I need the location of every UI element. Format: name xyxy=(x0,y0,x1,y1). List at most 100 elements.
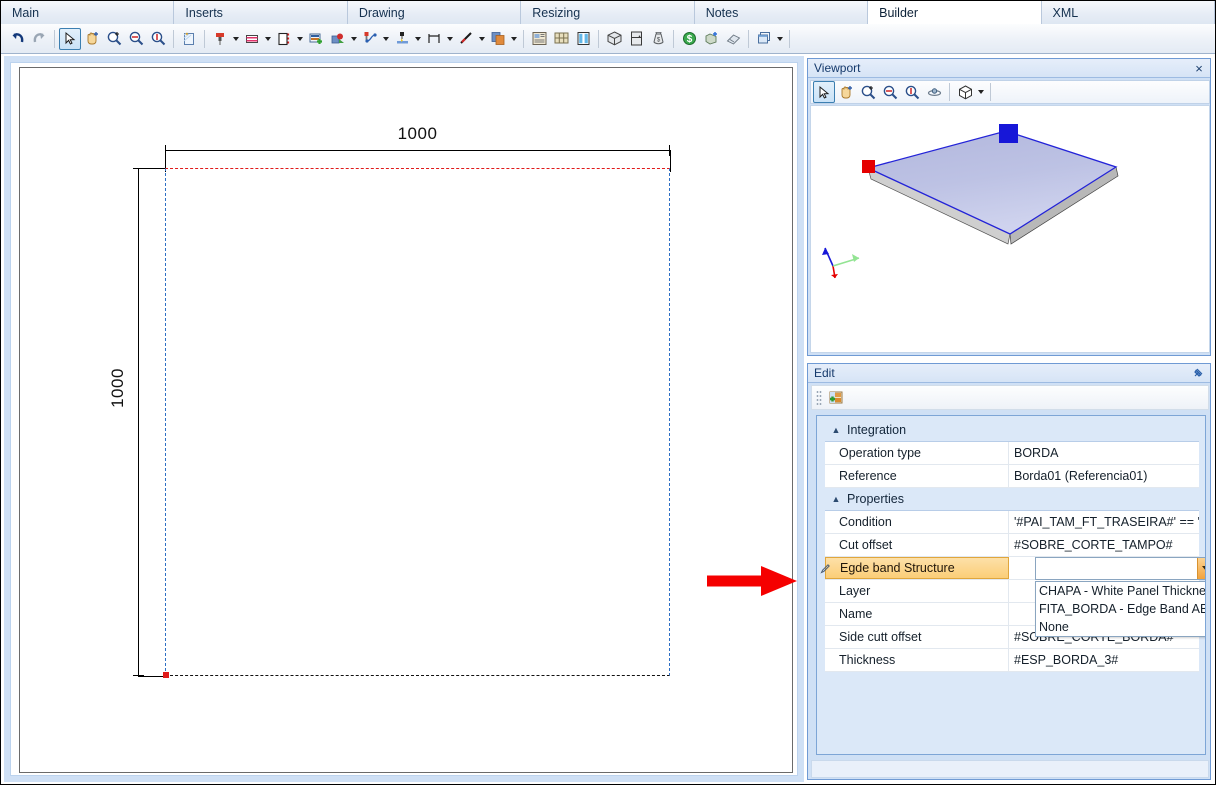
chevron-down-icon[interactable] xyxy=(445,28,455,50)
property-row-cut-offset[interactable]: Cut offset #SOBRE_CORTE_TAMPO# xyxy=(825,534,1199,557)
tab-resizing[interactable]: Resizing xyxy=(521,1,695,24)
property-row-edge-band-structure[interactable]: Egde band Structure CHAPA - White Panel … xyxy=(819,557,1205,637)
close-icon[interactable]: × xyxy=(1192,61,1206,75)
edge-band-icon[interactable] xyxy=(273,28,295,50)
dimension-tick xyxy=(669,145,670,156)
chevron-down-icon[interactable] xyxy=(775,28,785,50)
toolbar-grip[interactable] xyxy=(816,389,822,406)
zoom-window-icon[interactable] xyxy=(857,81,879,103)
dropdown-option-fita-borda[interactable]: FITA_BORDA - Edge Band ABS Th... xyxy=(1036,600,1205,618)
property-value[interactable]: '#PAI_TAM_FT_TRASEIRA#' == 'SIM' xyxy=(1009,511,1199,533)
drawing-panel-inner: 1000 1000 xyxy=(10,62,798,776)
property-grid[interactable]: ▲ Integration Operation type BORDA Refer… xyxy=(816,415,1206,755)
chevron-down-icon[interactable] xyxy=(477,28,487,50)
property-value[interactable]: Borda01 (Referencia01) xyxy=(1009,465,1199,487)
line-icon[interactable] xyxy=(455,28,477,50)
door-icon[interactable] xyxy=(625,28,647,50)
property-value[interactable]: #SOBRE_CORTE_TAMPO# xyxy=(1009,534,1199,556)
add-operation-icon[interactable] xyxy=(825,387,847,409)
viewport-3d-scene xyxy=(822,124,1119,279)
property-row-condition[interactable]: Condition '#PAI_TAM_FT_TRASEIRA#' == 'SI… xyxy=(825,511,1199,534)
tab-inserts[interactable]: Inserts xyxy=(174,1,348,24)
pin-icon[interactable] xyxy=(1190,366,1206,380)
dimension-tick xyxy=(133,168,144,169)
insert-machining-icon[interactable] xyxy=(305,28,327,50)
vertical-dimension-line xyxy=(133,168,144,676)
tab-drawing[interactable]: Drawing xyxy=(347,1,522,24)
pocket-icon[interactable] xyxy=(327,28,349,50)
pan-hand-icon[interactable] xyxy=(835,81,857,103)
application-window: Main Inserts Drawing Resizing Notes Buil… xyxy=(0,0,1216,785)
property-row-operation-type[interactable]: Operation type BORDA xyxy=(825,442,1199,465)
chevron-up-icon[interactable]: ▲ xyxy=(825,425,847,435)
zoom-window-icon[interactable] xyxy=(103,28,125,50)
drawing-panel: 1000 1000 xyxy=(4,56,804,782)
dropdown-option-none[interactable]: None xyxy=(1036,618,1205,636)
panel-pair-icon[interactable] xyxy=(572,28,594,50)
orbit-icon[interactable] xyxy=(923,81,945,103)
toolbar-separator xyxy=(748,29,749,48)
viewport-title: Viewport xyxy=(814,61,861,75)
nesting-icon[interactable] xyxy=(550,28,572,50)
money-bag-icon[interactable]: $ xyxy=(647,28,669,50)
copy-operation-icon[interactable] xyxy=(487,28,509,50)
chevron-down-icon[interactable] xyxy=(349,28,359,50)
box-3d-icon[interactable] xyxy=(603,28,625,50)
chevron-up-icon[interactable]: ▲ xyxy=(825,494,847,504)
property-value[interactable]: #ESP_BORDA_3# xyxy=(1009,649,1199,671)
edge-band-structure-combobox[interactable] xyxy=(1035,557,1205,580)
tab-main[interactable]: Main xyxy=(1,1,175,24)
edge-band-structure-dropdown-list[interactable]: CHAPA - White Panel Thickness 2... FITA_… xyxy=(1035,581,1205,637)
chevron-down-icon[interactable] xyxy=(976,81,986,103)
zoom-out-icon[interactable] xyxy=(879,81,901,103)
tab-label: Builder xyxy=(879,5,919,20)
curve-cut-icon[interactable] xyxy=(359,28,381,50)
toolbar-separator xyxy=(204,29,205,48)
zoom-all-icon[interactable] xyxy=(901,81,923,103)
new-panel-icon[interactable] xyxy=(178,28,200,50)
property-value[interactable]: BORDA xyxy=(1009,442,1199,464)
dimension-icon[interactable] xyxy=(423,28,445,50)
tab-builder[interactable]: Builder xyxy=(868,1,1042,24)
zoom-all-icon[interactable] xyxy=(147,28,169,50)
tab-xml[interactable]: XML xyxy=(1041,1,1215,24)
property-name: Reference xyxy=(825,465,1009,487)
tab-label: Notes xyxy=(705,5,739,20)
redo-icon[interactable] xyxy=(28,28,50,50)
groove-icon[interactable] xyxy=(241,28,263,50)
pan-hand-icon[interactable] xyxy=(81,28,103,50)
property-category-integration[interactable]: ▲ Integration xyxy=(825,419,1199,442)
select-arrow-icon[interactable] xyxy=(813,81,835,103)
dropdown-option-chapa[interactable]: CHAPA - White Panel Thickness 2... xyxy=(1036,582,1205,600)
tab-label: Main xyxy=(12,5,40,20)
report-icon[interactable] xyxy=(528,28,550,50)
property-row-reference[interactable]: Reference Borda01 (Referencia01) xyxy=(825,465,1199,488)
tab-notes[interactable]: Notes xyxy=(694,1,869,24)
main-toolbar: $ $ xyxy=(1,24,1215,54)
select-arrow-icon[interactable] xyxy=(59,27,81,50)
combobox-dropdown-button[interactable] xyxy=(1197,558,1205,579)
drill-icon[interactable] xyxy=(209,28,231,50)
chevron-down-icon[interactable] xyxy=(413,28,423,50)
windows-icon[interactable] xyxy=(753,28,775,50)
undo-icon[interactable] xyxy=(6,28,28,50)
dimension-tool-group xyxy=(423,28,455,50)
zoom-out-icon[interactable] xyxy=(125,28,147,50)
book-icon[interactable] xyxy=(722,28,744,50)
chevron-down-icon[interactable] xyxy=(263,28,273,50)
toolbar-separator xyxy=(173,29,174,48)
property-row-thickness[interactable]: Thickness #ESP_BORDA_3# xyxy=(825,649,1199,672)
dollar-icon[interactable]: $ xyxy=(678,28,700,50)
chevron-down-icon[interactable] xyxy=(295,28,305,50)
view-cube-icon[interactable] xyxy=(954,81,976,103)
chevron-down-icon[interactable] xyxy=(509,28,519,50)
panel-outline[interactable] xyxy=(165,168,670,676)
property-category-properties[interactable]: ▲ Properties xyxy=(825,488,1199,511)
chevron-down-icon[interactable] xyxy=(381,28,391,50)
add-material-icon[interactable] xyxy=(700,28,722,50)
chevron-down-icon[interactable] xyxy=(231,28,241,50)
property-name: Egde band Structure xyxy=(825,557,1009,579)
chamfer-icon[interactable] xyxy=(391,28,413,50)
viewport-3d-canvas[interactable] xyxy=(810,105,1210,353)
drawing-canvas[interactable]: 1000 1000 xyxy=(19,67,793,773)
